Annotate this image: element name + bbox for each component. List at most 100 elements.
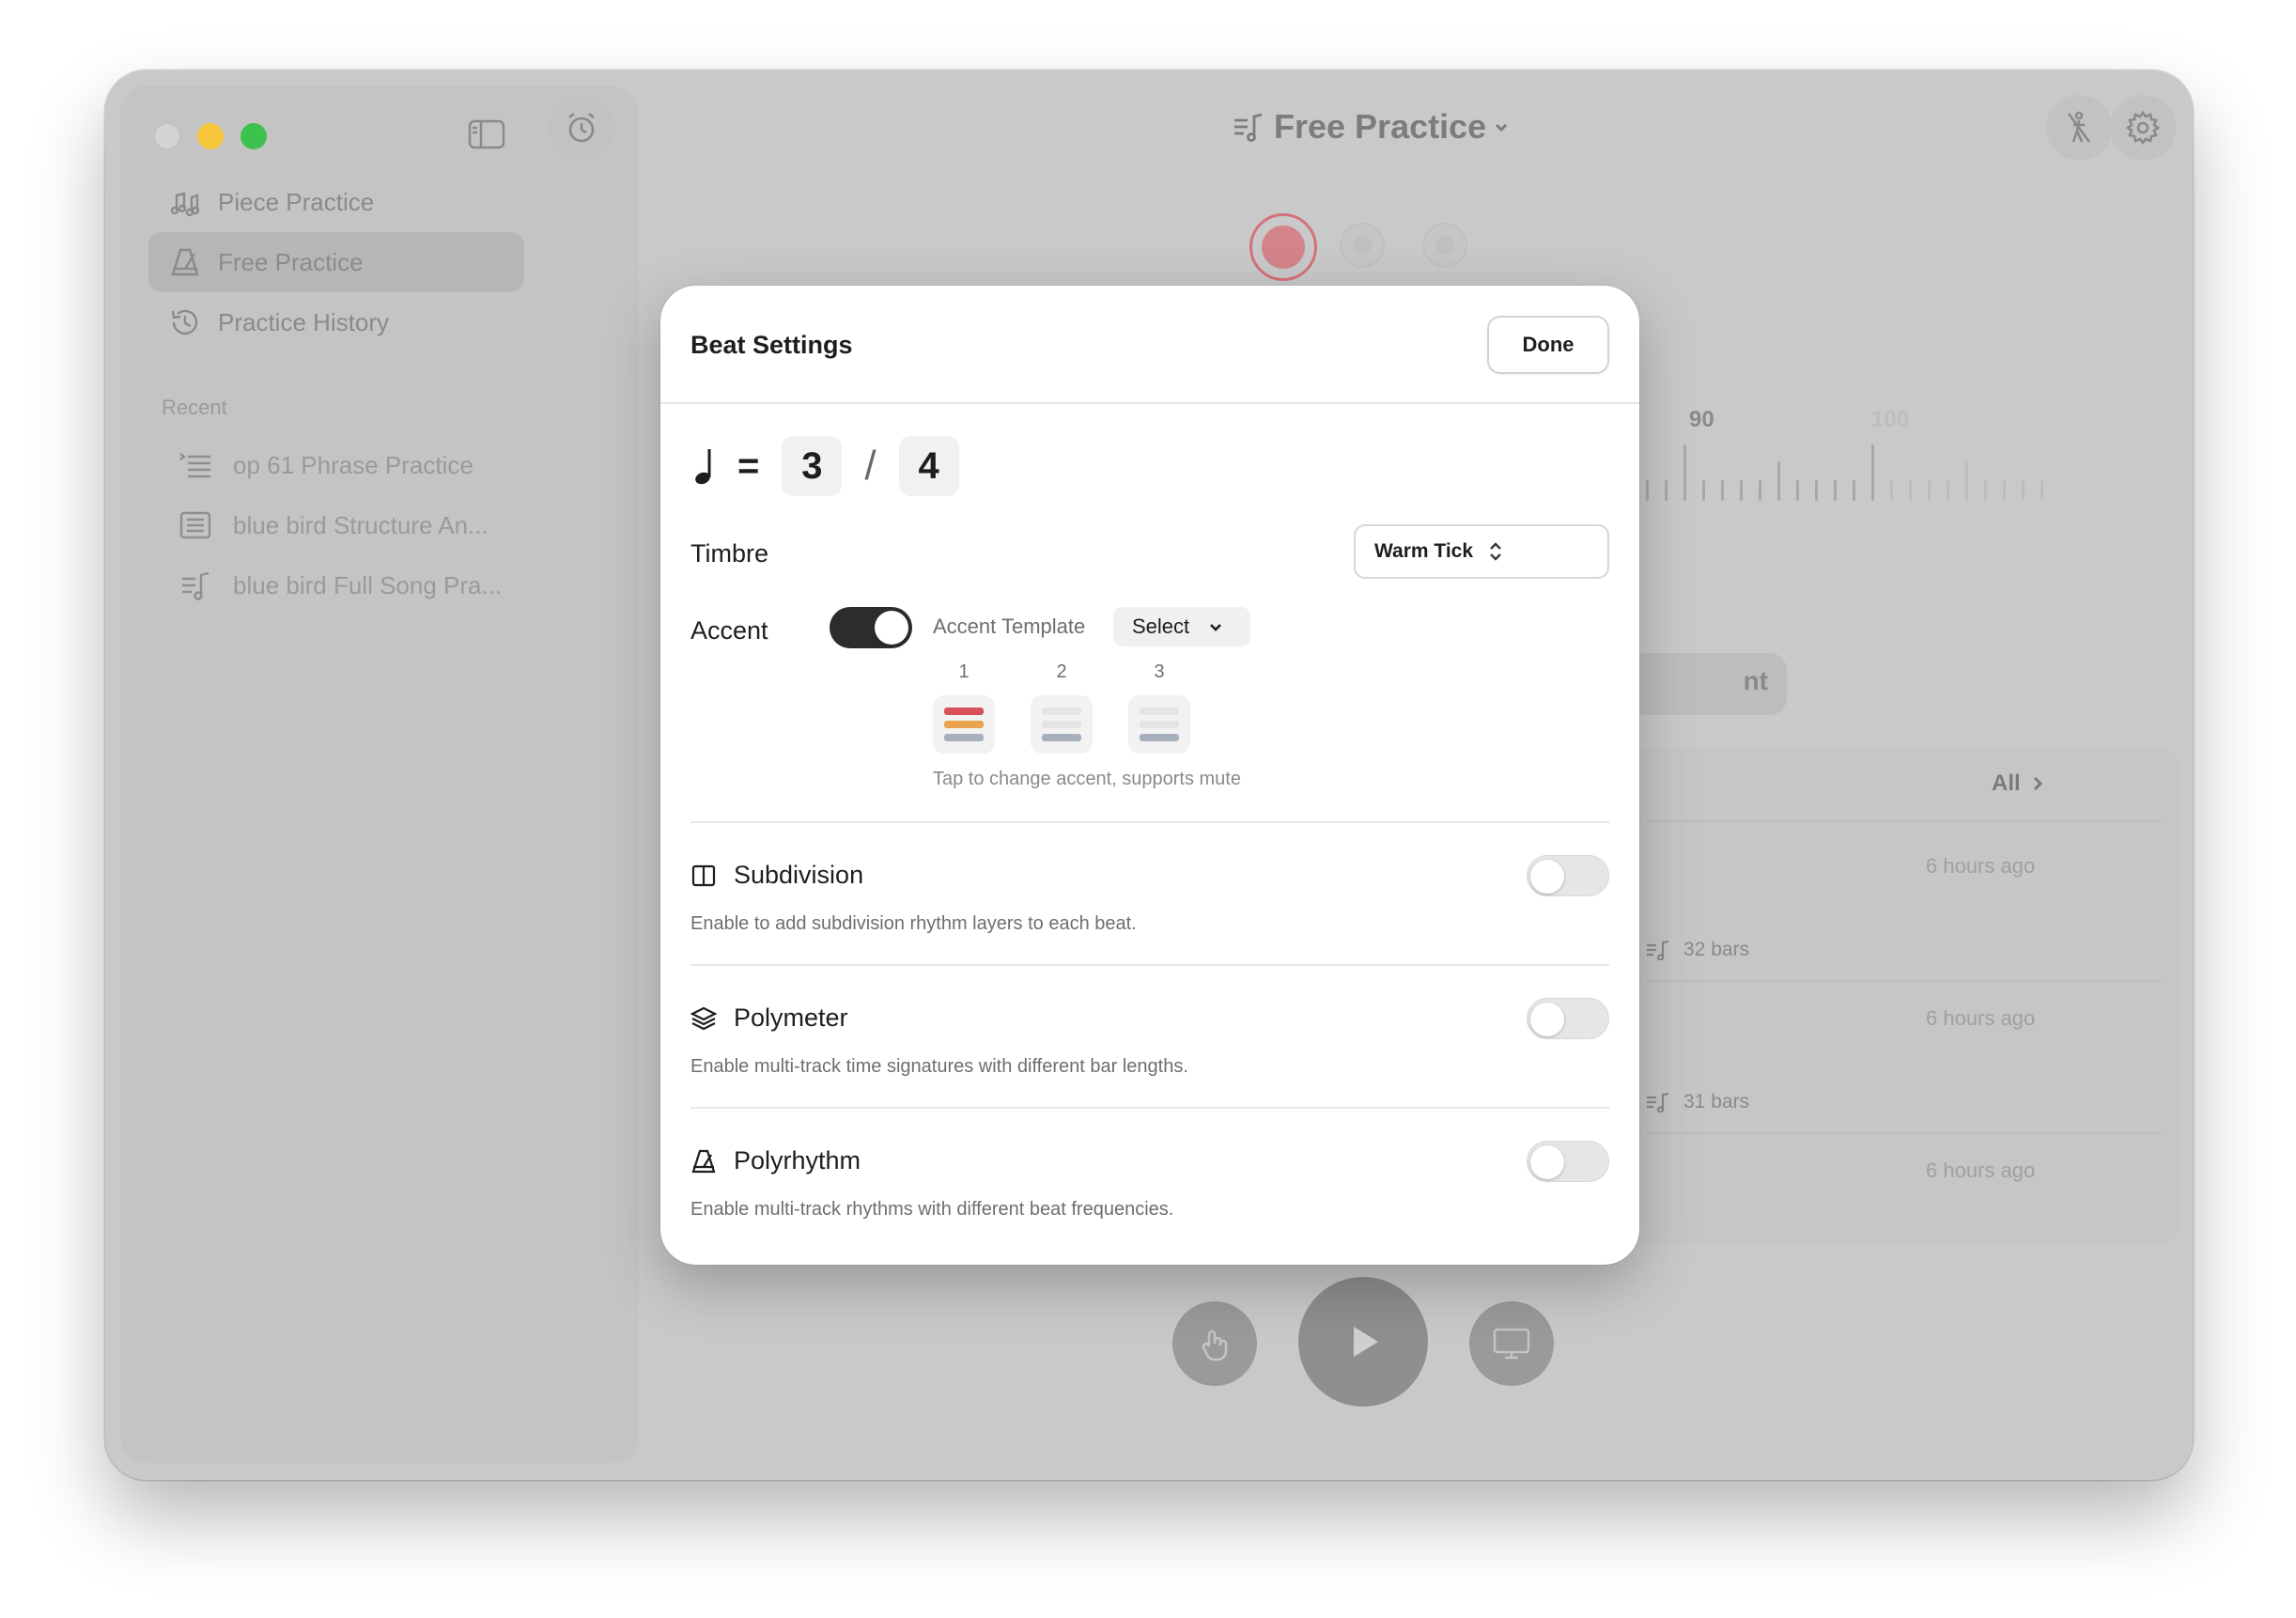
beat-number: 2 <box>1056 661 1067 682</box>
gear-icon <box>2125 110 2161 146</box>
beat-accent-cell-3[interactable] <box>1128 695 1190 754</box>
recent-item-label: blue bird Structure An... <box>233 510 489 539</box>
history-bars: 31 bars <box>1646 1091 1749 1113</box>
tempo-tick <box>1665 480 1668 501</box>
timbre-select[interactable]: Warm Tick <box>1354 524 1609 579</box>
subdivision-description: Enable to add subdivision rhythm layers … <box>690 913 1137 934</box>
history-all-label: All <box>1992 770 2021 796</box>
tempo-tick <box>1984 480 1987 501</box>
sidebar-item-free-practice[interactable]: Free Practice <box>148 232 524 292</box>
tempo-tick <box>1796 480 1799 501</box>
tap-tempo-button[interactable] <box>1172 1301 1257 1386</box>
page-dot-3[interactable] <box>1422 223 1467 268</box>
polymeter-description: Enable multi-track time signatures with … <box>690 1056 1188 1077</box>
accent-template-select[interactable]: Select <box>1113 607 1250 646</box>
posture-button[interactable] <box>2046 95 2112 161</box>
recent-item-label: op 61 Phrase Practice <box>233 450 473 479</box>
chevron-down-icon <box>1496 123 1508 132</box>
tempo-tick <box>1909 480 1912 501</box>
accent-toggle[interactable] <box>830 607 912 648</box>
history-time: 6 hours ago <box>1926 1006 2036 1030</box>
alarm-button[interactable] <box>549 95 614 161</box>
beat-accent-cell-2[interactable] <box>1031 695 1093 754</box>
section-divider <box>690 1107 1609 1109</box>
recent-item-op61[interactable]: op 61 Phrase Practice <box>162 439 537 491</box>
tempo-tick <box>1890 480 1893 501</box>
history-divider <box>1646 980 2163 982</box>
metronome-icon <box>691 1149 716 1173</box>
accent-label: Accent <box>690 616 768 645</box>
tempo-tick <box>1702 480 1705 501</box>
page-title: Free Practice <box>1274 107 1487 146</box>
tempo-tick <box>1834 480 1837 501</box>
time-signature-slash: / <box>864 443 877 489</box>
metronome-icon <box>171 248 199 276</box>
sidebar-item-practice-history[interactable]: Practice History <box>148 292 524 352</box>
done-button[interactable]: Done <box>1487 316 1609 374</box>
polymeter-title: Polymeter <box>690 1003 848 1033</box>
timbre-select-value: Warm Tick <box>1374 540 1474 562</box>
tempo-tick <box>1683 444 1686 501</box>
history-bars-label: 32 bars <box>1683 939 1750 960</box>
tempo-tick <box>1928 480 1931 501</box>
sidebar-toggle-icon[interactable] <box>468 119 505 149</box>
play-button[interactable] <box>1298 1277 1428 1407</box>
time-signature-denominator[interactable]: 4 <box>898 436 959 496</box>
tempo-ruler-label: 100 <box>1871 407 1910 432</box>
tempo-tick <box>1646 480 1649 501</box>
page-dot-2[interactable] <box>1340 223 1385 268</box>
dialog-header-divider <box>660 402 1639 404</box>
history-all-link[interactable]: All <box>1992 770 2047 797</box>
window-maximize-button[interactable] <box>240 123 267 149</box>
time-signature-row: = 3 / 4 <box>690 436 959 496</box>
tempo-tick <box>2040 480 2043 501</box>
display-mode-button[interactable] <box>1469 1301 1554 1386</box>
history-divider <box>1646 1132 2163 1134</box>
recent-item-blue-bird-full-song[interactable]: blue bird Full Song Pra... <box>162 559 537 612</box>
polyrhythm-toggle[interactable] <box>1527 1141 1609 1182</box>
mode-title-menu[interactable]: Free Practice <box>1233 99 1511 155</box>
subdivision-label: Subdivision <box>734 861 864 889</box>
beat-accent-cell-1[interactable] <box>933 695 995 754</box>
recent-item-blue-bird-structure[interactable]: blue bird Structure An... <box>162 499 537 552</box>
music-notes-icon <box>170 192 200 217</box>
tempo-tick <box>1853 480 1855 501</box>
tempo-tick <box>1965 461 1968 501</box>
subdivision-toggle[interactable] <box>1527 855 1609 896</box>
polyrhythm-description: Enable multi-track rhythms with differen… <box>690 1199 1174 1220</box>
tempo-tick <box>2022 480 2025 501</box>
beat-settings-dialog: Beat Settings Done = 3 / 4 Timbre Warm T… <box>660 286 1639 1265</box>
tempo-tick <box>1777 461 1780 501</box>
tempo-tick <box>1721 480 1724 501</box>
tempo-tick <box>1759 480 1761 501</box>
section-divider <box>690 821 1609 823</box>
accent-template-value: Select <box>1132 615 1190 638</box>
list-icon <box>179 453 210 478</box>
sidebar-item-label: Piece Practice <box>218 187 375 216</box>
sidebar-item-piece-practice[interactable]: Piece Practice <box>148 172 524 232</box>
chevron-down-icon <box>1210 624 1222 631</box>
person-walking-slash-icon <box>2067 111 2091 143</box>
settings-button[interactable] <box>2110 95 2176 161</box>
document-list-icon <box>179 511 211 539</box>
background-chip: nt <box>1627 653 1787 715</box>
music-list-icon <box>182 571 209 600</box>
history-time: 6 hours ago <box>1926 854 2036 878</box>
layers-icon <box>690 1006 717 1030</box>
dialog-title: Beat Settings <box>690 331 853 359</box>
tempo-tick <box>1871 444 1874 501</box>
polymeter-toggle[interactable] <box>1527 998 1609 1039</box>
tempo-tick <box>1815 480 1818 501</box>
accent-template-label: Accent Template <box>933 615 1086 638</box>
section-divider <box>690 964 1609 966</box>
history-bars-label: 31 bars <box>1683 1091 1750 1112</box>
alarm-clock-icon <box>568 112 595 143</box>
window-minimize-button[interactable] <box>197 123 224 149</box>
time-signature-equals: = <box>737 444 760 487</box>
time-signature-numerator[interactable]: 3 <box>782 436 843 496</box>
record-indicator[interactable] <box>1249 213 1317 281</box>
window-close-button[interactable] <box>154 123 180 149</box>
recent-item-label: blue bird Full Song Pra... <box>233 570 503 599</box>
sidebar-item-label: Practice History <box>218 307 390 336</box>
history-divider <box>1646 820 2163 822</box>
